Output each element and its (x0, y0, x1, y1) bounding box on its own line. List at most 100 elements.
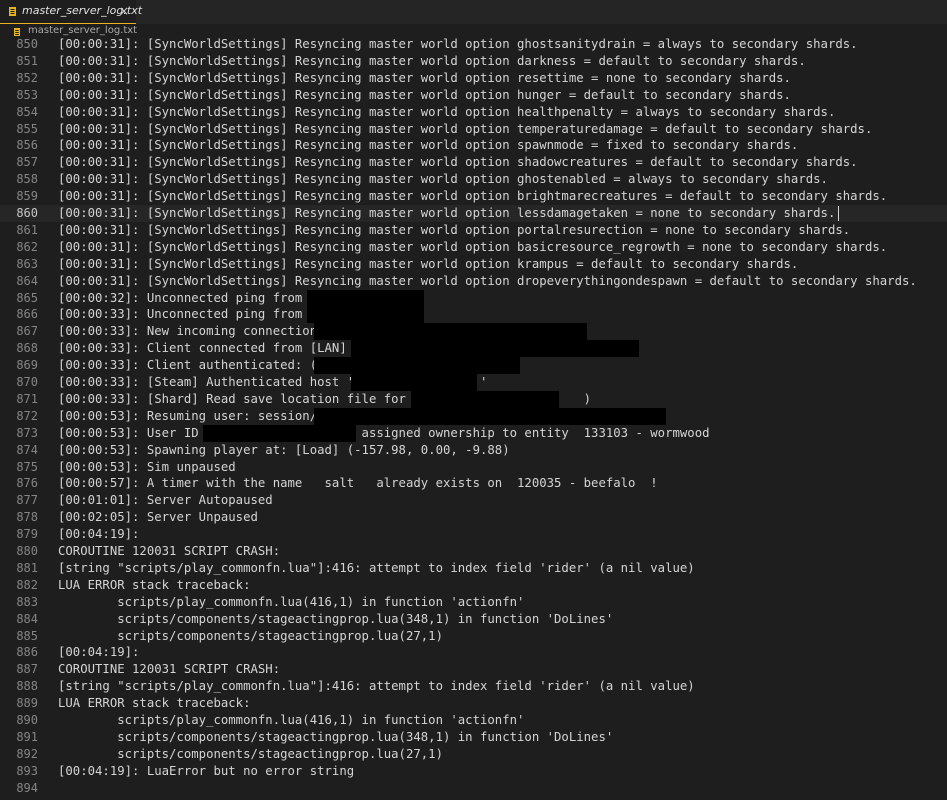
tab-master-server-log[interactable]: master_server_log.txt × (0, 0, 142, 24)
editor-line[interactable]: 852 [00:00:31]: [SyncWorldSettings] Resyn… (0, 70, 947, 87)
line-text: [00:00:31]: [SyncWorldSettings] Resyncin… (58, 37, 858, 51)
line-number: 885 (16, 628, 38, 643)
line-number: 867 (16, 324, 38, 339)
line-number: 876 (16, 476, 38, 491)
editor-line[interactable]: 857 [00:00:31]: [SyncWorldSettings] Resyn… (0, 154, 947, 171)
editor-line[interactable]: 865 [00:00:32]: Unconnected ping from (0, 289, 947, 307)
text-cursor (838, 206, 839, 221)
line-text: [00:00:31]: [SyncWorldSettings] Resyncin… (58, 121, 873, 136)
line-number: 886 (16, 645, 38, 660)
editor-window: master_server_log.txt × master_server_lo… (0, 0, 947, 800)
editor-line[interactable]: 856 [00:00:31]: [SyncWorldSettings] Resyn… (0, 137, 947, 154)
line-text: scripts/play_commonfn.lua(416,1) in func… (58, 594, 525, 609)
editor-line[interactable]: 875 [00:00:53]: Sim unpaused (0, 459, 947, 476)
line-text: [00:01:01]: Server Autopaused (58, 493, 273, 508)
editor-line[interactable]: 882 LUA ERROR stack traceback: (0, 577, 947, 594)
editor-line[interactable]: 869 [00:00:33]: Client authenticated: ( (0, 357, 947, 375)
line-number: 869 (16, 358, 38, 373)
redaction-box (306, 289, 424, 307)
line-number: 857 (16, 155, 38, 170)
line-number: 854 (16, 104, 38, 119)
editor-line[interactable]: 876 [00:00:57]: A timer with the name sal… (0, 475, 947, 492)
editor-line[interactable]: 892 scripts/components/stageactingprop.l… (0, 746, 947, 763)
redaction-box (351, 340, 640, 358)
editor-line[interactable]: 853 [00:00:31]: [SyncWorldSettings] Resyn… (0, 87, 947, 104)
file-icon (9, 7, 16, 16)
editor-line[interactable]: 850 [00:00:31]: [SyncWorldSettings] Resyn… (0, 36, 947, 53)
line-text: [00:00:31]: [SyncWorldSettings] Resyncin… (58, 87, 791, 102)
line-number: 861 (16, 222, 38, 237)
editor-line[interactable]: 859 [00:00:31]: [SyncWorldSettings] Resyn… (0, 188, 947, 205)
editor-line[interactable]: 872 [00:00:53]: Resuming user: session/ (0, 407, 947, 425)
line-number: 891 (16, 729, 38, 744)
editor-line[interactable]: 883 scripts/play_commonfn.lua(416,1) in … (0, 594, 947, 611)
editor-line[interactable]: 873 [00:00:53]: User ID assigned ownershi… (0, 424, 947, 442)
redaction-box (314, 357, 521, 375)
line-number: 870 (16, 375, 38, 389)
breadcrumb-label[interactable]: master_server_log.txt (28, 25, 137, 36)
redaction-box (410, 390, 559, 408)
line-text: scripts/components/stageactingprop.lua(2… (58, 628, 443, 643)
editor-line[interactable]: 880 COROUTINE 120031 SCRIPT CRASH: (0, 543, 947, 560)
editor-line[interactable]: 863 [00:00:31]: [SyncWorldSettings] Resyn… (0, 256, 947, 273)
line-number: 879 (16, 527, 38, 542)
editor-line[interactable]: 855 [00:00:31]: [SyncWorldSettings] Resyn… (0, 121, 947, 138)
editor-line[interactable]: 858 [00:00:31]: [SyncWorldSettings] Resyn… (0, 171, 947, 188)
line-text: [00:00:32]: Unconnected ping from (58, 290, 303, 305)
line-number: 865 (16, 290, 38, 305)
tab-bar: master_server_log.txt × (0, 0, 947, 24)
line-number: 877 (16, 493, 38, 508)
redaction-box (306, 306, 424, 324)
line-text: LUA ERROR stack traceback: (58, 577, 251, 592)
line-text: scripts/components/stageactingprop.lua(2… (58, 746, 443, 761)
editor-line[interactable]: 889 LUA ERROR stack traceback: (0, 695, 947, 712)
line-text: [00:00:31]: [SyncWorldSettings] Resyncin… (58, 189, 888, 204)
editor-line[interactable]: 878 [00:02:05]: Server Unpaused (0, 509, 947, 526)
editor-line[interactable]: 860 [00:00:31]: [SyncWorldSettings] Resyn… (0, 205, 947, 222)
editor-line[interactable]: 885 scripts/components/stageactingprop.l… (0, 628, 947, 645)
editor-line[interactable]: 867 [00:00:33]: New incoming connection (0, 323, 947, 341)
line-number: 863 (16, 256, 38, 271)
editor-line[interactable]: 871 [00:00:33]: [Shard] Read save locatio… (0, 390, 947, 408)
editor-text-area[interactable]: 850 [00:00:31]: [SyncWorldSettings] Resyn… (0, 36, 947, 800)
editor-line[interactable]: 881 [string "scripts/play_commonfn.lua"]:… (0, 560, 947, 577)
editor-line[interactable]: 894 (0, 780, 947, 797)
redaction-box (202, 424, 356, 442)
line-number: 858 (16, 172, 38, 187)
line-number: 882 (16, 577, 38, 592)
editor-line[interactable]: 870 [00:00:33]: [Steam] Authenticated hos… (0, 374, 947, 391)
editor-line[interactable]: 879 [00:04:19]: (0, 526, 947, 543)
line-text: [00:00:53]: Resuming user: session/ (58, 408, 318, 423)
editor-line[interactable]: 888 [string "scripts/play_commonfn.lua"]:… (0, 678, 947, 695)
line-text: [00:00:31]: [SyncWorldSettings] Resyncin… (58, 172, 828, 187)
line-number: 889 (16, 696, 38, 711)
editor-line[interactable]: 886 [00:04:19]: (0, 644, 947, 661)
editor-line[interactable]: 864 [00:00:31]: [SyncWorldSettings] Resyn… (0, 273, 947, 290)
close-icon[interactable]: × (119, 3, 129, 19)
line-number: 892 (16, 746, 38, 761)
line-number: 883 (16, 594, 38, 609)
line-number: 878 (16, 510, 38, 525)
line-text: COROUTINE 120031 SCRIPT CRASH: (58, 544, 281, 558)
editor-line[interactable]: 887 COROUTINE 120031 SCRIPT CRASH: (0, 661, 947, 678)
editor-line[interactable]: 851 [00:00:31]: [SyncWorldSettings] Resyn… (0, 53, 947, 70)
line-text: [00:04:19]: (58, 527, 140, 542)
line-text: [00:00:31]: [SyncWorldSettings] Resyncin… (58, 273, 917, 288)
line-text: LUA ERROR stack traceback: (58, 696, 251, 711)
editor-line[interactable]: 854 [00:00:31]: [SyncWorldSettings] Resyn… (0, 104, 947, 121)
line-number: 851 (16, 53, 38, 68)
line-text: [00:00:31]: [SyncWorldSettings] Resyncin… (58, 239, 888, 254)
editor-line[interactable]: 868 [00:00:33]: Client connected from [LA… (0, 340, 947, 358)
editor-line[interactable]: 877 [00:01:01]: Server Autopaused (0, 492, 947, 509)
editor-line[interactable]: 862 [00:00:31]: [SyncWorldSettings] Resyn… (0, 239, 947, 256)
editor-line[interactable]: 874 [00:00:53]: Spawning player at: [Load… (0, 442, 947, 459)
line-number: 856 (16, 138, 38, 153)
editor-line[interactable]: 891 scripts/components/stageactingprop.l… (0, 729, 947, 746)
editor-line[interactable]: 866 [00:00:33]: Unconnected ping from (0, 306, 947, 324)
editor-line[interactable]: 893 [00:04:19]: LuaError but no error str… (0, 763, 947, 780)
line-text: [00:00:31]: [SyncWorldSettings] Resyncin… (58, 104, 836, 119)
editor-line[interactable]: 861 [00:00:31]: [SyncWorldSettings] Resyn… (0, 222, 947, 239)
line-text: scripts/play_commonfn.lua(416,1) in func… (58, 713, 525, 727)
editor-line[interactable]: 890 scripts/play_commonfn.lua(416,1) in … (0, 712, 947, 729)
editor-line[interactable]: 884 scripts/components/stageactingprop.l… (0, 611, 947, 628)
